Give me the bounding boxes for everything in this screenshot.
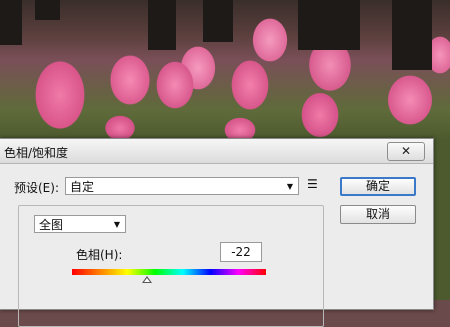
tree-trunk [0, 0, 22, 45]
channel-dropdown[interactable]: 全图 ▼ [34, 215, 126, 233]
hue-label: 色相(H): [76, 248, 123, 262]
dialog-titlebar[interactable]: 色相/饱和度 ✕ [0, 139, 433, 164]
preset-label: 预设(E): [14, 181, 59, 195]
hue-slider-thumb[interactable] [142, 276, 152, 283]
tree-trunk [203, 0, 233, 42]
close-button[interactable]: ✕ [387, 142, 425, 161]
list-options-icon[interactable]: ☰ [307, 177, 318, 191]
ok-button[interactable]: 确定 [340, 177, 416, 196]
hue-input[interactable]: -22 [220, 242, 262, 262]
tree-trunk [35, 0, 60, 20]
tree-trunk [392, 0, 432, 70]
preset-value: 自定 [70, 180, 95, 194]
close-icon: ✕ [400, 144, 412, 158]
cancel-button[interactable]: 取消 [340, 205, 416, 224]
hue-saturation-dialog: 色相/饱和度 ✕ 预设(E): 自定 ▼ ☰ 确定 取消 全图 ▼ 色相(H):… [0, 138, 434, 327]
tree-trunk [148, 0, 176, 50]
channel-value: 全图 [39, 218, 64, 232]
chevron-down-icon: ▼ [286, 182, 293, 191]
preset-dropdown[interactable]: 自定 ▼ [65, 177, 299, 195]
chevron-down-icon: ▼ [113, 220, 120, 229]
tree-trunk [298, 0, 360, 50]
dialog-title: 色相/饱和度 [4, 146, 69, 160]
hue-spectrum-bar [72, 269, 266, 275]
